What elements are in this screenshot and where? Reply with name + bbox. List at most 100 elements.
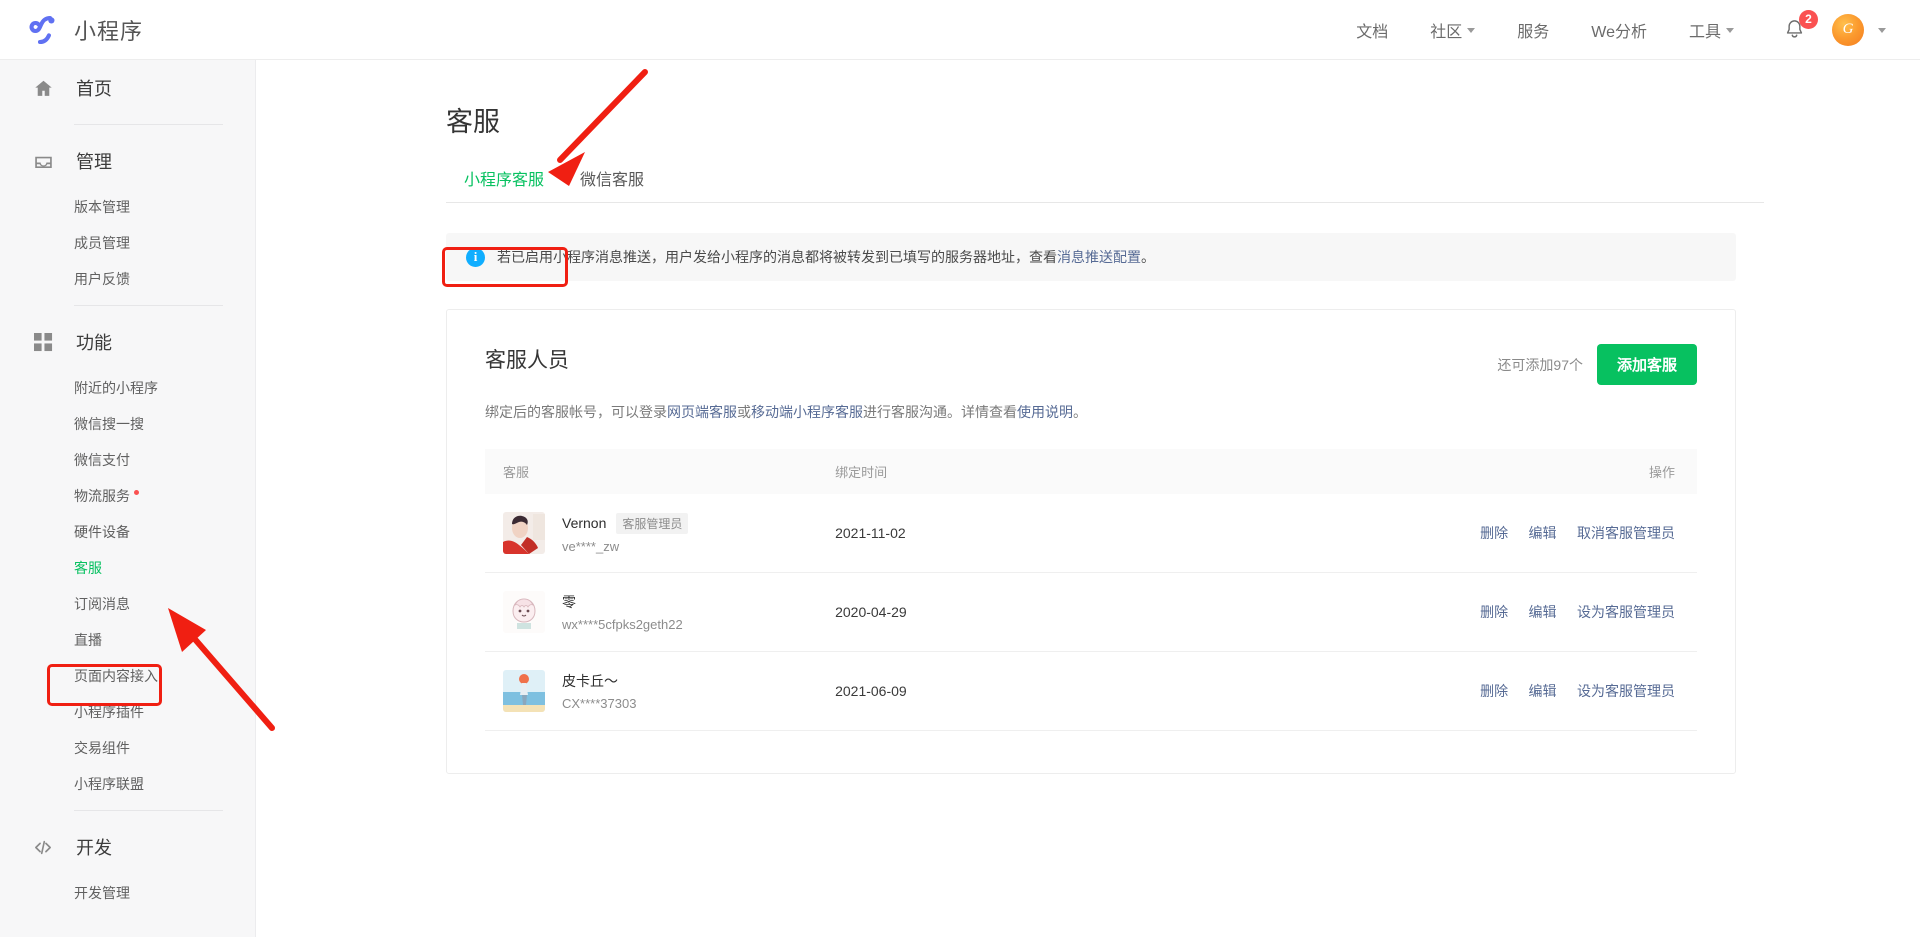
toggle-admin-link[interactable]: 设为客服管理员 [1577,683,1675,699]
topnav-item-docs[interactable]: 文档 [1335,0,1409,60]
topnav-item-service[interactable]: 服务 [1496,0,1570,60]
account-menu[interactable]: G [1826,0,1920,60]
sidebar-item-user-feedback[interactable]: 用户反馈 [0,261,255,297]
sidebar-group-development[interactable]: 开发 [0,819,255,875]
sidebar-item-label: 开发管理 [74,885,130,901]
cell-agent: 零 wx****5cfpks2geth22 [485,572,836,652]
agent-id: CX****37303 [562,696,637,711]
add-customer-service-button[interactable]: 添加客服 [1596,344,1697,385]
sidebar-item-page-content[interactable]: 页面内容接入 [0,658,255,694]
table-row: 皮卡丘～ CX****37303 2021-06-09 删除 编辑 设为客服管理… [485,651,1697,731]
card-desc-part: 。 [1073,404,1087,420]
info-banner: i 若已启用小程序消息推送，用户发给小程序的消息都将被转发到已填写的服务器地址，… [446,233,1736,281]
table-row: Vernon 客服管理员 ve****_zw 2021-11-02 删除 编辑 … [485,494,1697,573]
sidebar-item-label: 硬件设备 [74,524,130,540]
delete-link[interactable]: 删除 [1480,683,1508,699]
agent-id: wx****5cfpks2geth22 [562,617,683,632]
inbox-icon [32,150,54,172]
avatar-pikachu [503,670,545,712]
agent-id: ve****_zw [562,538,620,554]
usage-instructions-link[interactable]: 使用说明 [1017,404,1073,420]
card-desc-part: 绑定后的客服帐号，可以登录 [485,404,667,420]
agent-name-line: 零 [562,592,683,612]
info-icon: i [466,247,485,267]
column-header-agent: 客服 [485,449,836,494]
table-head: 客服 绑定时间 操作 [485,449,1697,494]
delete-link[interactable]: 删除 [1480,525,1508,541]
edit-link[interactable]: 编辑 [1529,604,1557,620]
delete-link[interactable]: 删除 [1480,604,1508,620]
sidebar-item-label: 客服 [74,560,102,576]
sidebar-item-miniprogram-plugin[interactable]: 小程序插件 [0,694,255,730]
avatar-vernon [503,512,545,554]
customer-service-card: 客服人员 还可添加97个 添加客服 绑定后的客服帐号，可以登录网页端客服或移动端… [446,309,1736,774]
sidebar-group-management[interactable]: 管理 [0,133,255,189]
sidebar-divider [74,305,223,306]
edit-link[interactable]: 编辑 [1529,683,1557,699]
sidebar-item-label: 用户反馈 [74,271,130,287]
agent-text: 零 wx****5cfpks2geth22 [562,592,683,632]
sidebar-item-development-management[interactable]: 开发管理 [0,875,255,911]
top-nav: 文档 社区 服务 We分析 工具 2 G [1335,0,1920,60]
toggle-admin-link[interactable]: 设为客服管理员 [1577,604,1675,620]
sidebar-item-label: 微信支付 [74,452,130,468]
notification-badge: 2 [1799,9,1818,29]
sidebar-item-customer-service[interactable]: 客服 [0,550,255,586]
topnav-label: 服务 [1517,23,1550,41]
card-header: 客服人员 还可添加97个 添加客服 [485,344,1697,385]
sidebar-group-home[interactable]: 首页 [0,60,255,116]
cell-agent: Vernon 客服管理员 ve****_zw [485,494,836,573]
sidebar-item-version-management[interactable]: 版本管理 [0,189,255,225]
code-icon [32,836,54,858]
notifications-button[interactable]: 2 [1755,0,1826,60]
sidebar-item-subscribe-message[interactable]: 订阅消息 [0,586,255,622]
sidebar-item-label: 版本管理 [74,199,130,215]
tab-miniprogram-customer-service[interactable]: 小程序客服 [446,166,562,202]
sidebar-item-label: 直播 [74,632,102,648]
brand[interactable]: 小程序 [28,13,143,47]
sidebar-item-logistics[interactable]: 物流服务 [0,478,255,514]
message-push-config-link[interactable]: 消息推送配置 [1057,247,1141,267]
sidebar-item-live[interactable]: 直播 [0,622,255,658]
card-desc-part: 或 [737,404,751,420]
cell-actions: 删除 编辑 设为客服管理员 [1265,572,1697,652]
sidebar-item-trade-component[interactable]: 交易组件 [0,730,255,766]
info-banner-text: 若已启用小程序消息推送，用户发给小程序的消息都将被转发到已填写的服务器地址，查看 [497,249,1057,265]
sidebar-item-label: 小程序插件 [74,704,144,720]
topnav-item-weanalytics[interactable]: We分析 [1570,0,1668,60]
sidebar-item-miniprogram-union[interactable]: 小程序联盟 [0,766,255,802]
toggle-admin-link[interactable]: 取消客服管理员 [1577,525,1675,541]
topnav-item-tools[interactable]: 工具 [1668,0,1755,60]
cell-bind-time: 2021-11-02 [835,494,1266,573]
edit-link[interactable]: 编辑 [1529,525,1557,541]
chevron-down-icon [1726,28,1734,33]
miniprogram-logo-icon [29,15,55,44]
sidebar-item-label: 附近的小程序 [74,380,158,396]
cell-agent: 皮卡丘～ CX****37303 [485,651,836,731]
table-body: Vernon 客服管理员 ve****_zw 2021-11-02 删除 编辑 … [485,494,1697,731]
agent-name: 零 [562,594,576,610]
topnav-label: 文档 [1356,23,1389,41]
sidebar-item-label: 订阅消息 [74,596,130,612]
agent-name-line: Vernon 客服管理员 [562,512,689,534]
sidebar-item-label: 小程序联盟 [74,776,144,792]
agent-info: Vernon 客服管理员 ve****_zw [503,512,835,554]
top-bar: 小程序 文档 社区 服务 We分析 工具 2 G [0,0,1920,60]
sidebar-item-hardware[interactable]: 硬件设备 [0,514,255,550]
topnav-label: 工具 [1688,23,1721,41]
sidebar-item-wechat-search[interactable]: 微信搜一搜 [0,406,255,442]
table-row: 零 wx****5cfpks2geth22 2020-04-29 删除 编辑 设… [485,572,1697,652]
sidebar-item-member-management[interactable]: 成员管理 [0,225,255,261]
card-description: 绑定后的客服帐号，可以登录网页端客服或移动端小程序客服进行客服沟通。详情查看使用… [485,401,1697,423]
tab-wechat-customer-service[interactable]: 微信客服 [562,166,662,202]
sidebar-group-features[interactable]: 功能 [0,314,255,370]
mobile-customer-service-link[interactable]: 移动端小程序客服 [751,404,863,420]
sidebar-item-wechat-pay[interactable]: 微信支付 [0,442,255,478]
page-title: 客服 [446,107,500,137]
sidebar-group-label: 开发 [76,838,112,858]
topnav-item-community[interactable]: 社区 [1409,0,1496,60]
avatar-ling [503,591,545,633]
brand-name: 小程序 [74,18,144,44]
web-customer-service-link[interactable]: 网页端客服 [667,404,737,420]
sidebar-item-nearby-miniprograms[interactable]: 附近的小程序 [0,370,255,406]
